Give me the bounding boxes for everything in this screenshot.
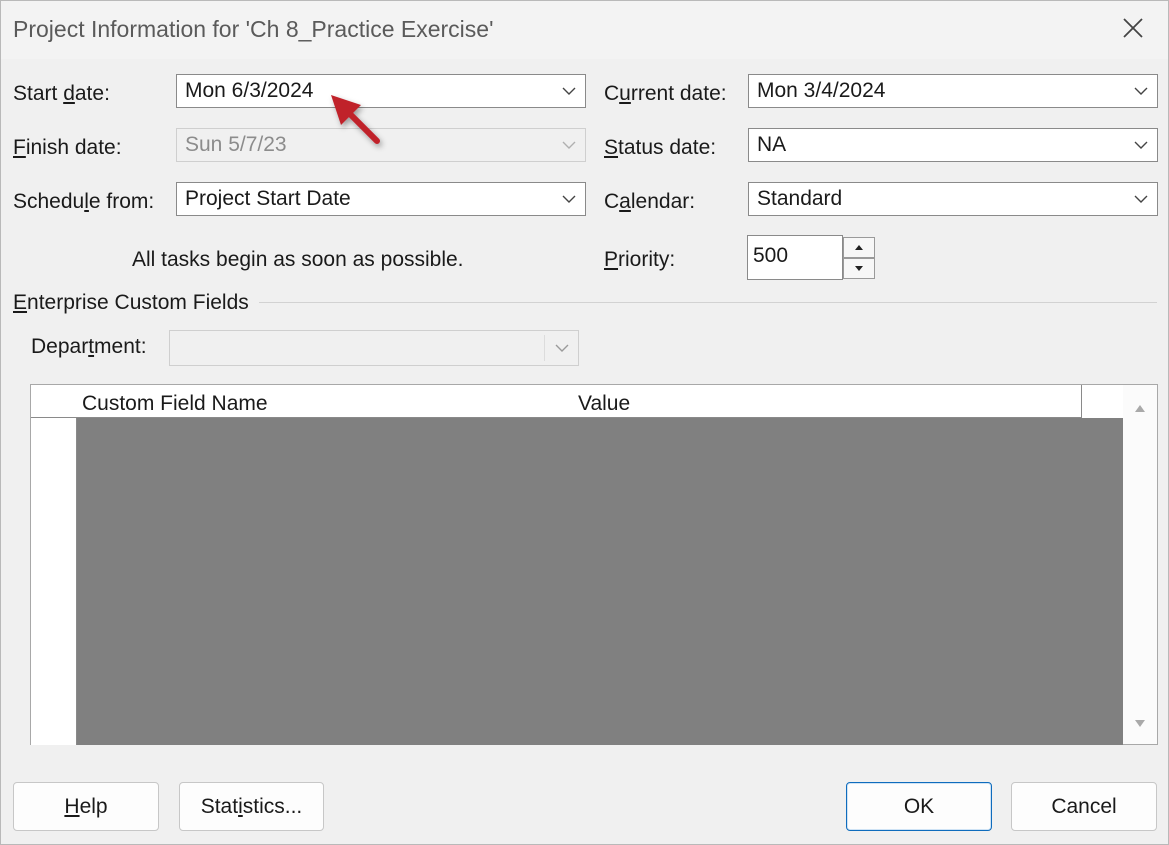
caret-up-icon (855, 245, 863, 250)
priority-value: 500 (753, 244, 789, 267)
current-date-combo[interactable]: Mon 3/4/2024 (748, 74, 1158, 108)
combo-divider (544, 335, 545, 361)
scroll-up-icon[interactable] (1123, 391, 1157, 421)
row-header-column (31, 418, 77, 745)
chevron-down-icon (555, 344, 569, 352)
priority-up-button[interactable] (843, 237, 875, 258)
project-information-dialog: Project Information for 'Ch 8_Practice E… (0, 0, 1169, 845)
annotation-arrow-icon (331, 95, 380, 144)
finish-date-label: Finish date: (13, 136, 122, 159)
chevron-down-icon[interactable] (1132, 190, 1150, 208)
status-date-value: NA (757, 133, 787, 156)
enterprise-group-label: Enterprise Custom Fields (13, 291, 249, 314)
grid-corner-header (31, 385, 78, 418)
vertical-scrollbar[interactable] (1123, 385, 1157, 744)
statistics-button[interactable]: Statistics... (179, 782, 324, 831)
current-date-value: Mon 3/4/2024 (757, 79, 886, 102)
group-divider (259, 302, 1157, 303)
finish-date-value: Sun 5/7/23 (185, 133, 287, 156)
column-header-custom-field-name[interactable]: Custom Field Name (77, 385, 574, 418)
calendar-value: Standard (757, 187, 843, 210)
chevron-down-icon[interactable] (560, 190, 578, 208)
department-combo (169, 330, 579, 366)
calendar-label: Calendar: (604, 190, 696, 213)
chevron-down-icon[interactable] (1132, 82, 1150, 100)
calendar-combo[interactable]: Standard (748, 182, 1158, 216)
chevron-down-icon (562, 141, 576, 149)
current-date-label: Current date: (604, 82, 727, 105)
grid-empty-area (77, 418, 1123, 745)
caret-down-icon (855, 266, 863, 271)
ok-button[interactable]: OK (846, 782, 992, 831)
priority-down-button[interactable] (843, 258, 875, 279)
priority-label: Priority: (604, 248, 676, 271)
start-date-label: Start date: (13, 82, 110, 105)
scroll-down-icon[interactable] (1123, 711, 1157, 741)
schedule-from-label: Schedule from: (13, 190, 155, 213)
help-button[interactable]: Help (13, 782, 159, 831)
dialog-title: Project Information for 'Ch 8_Practice E… (13, 16, 494, 42)
start-date-value: Mon 6/3/2024 (185, 79, 314, 102)
column-header-value[interactable]: Value (573, 385, 1082, 418)
status-date-label: Status date: (604, 136, 717, 159)
cancel-button[interactable]: Cancel (1011, 782, 1157, 831)
schedule-from-combo[interactable]: Project Start Date (176, 182, 586, 216)
chevron-down-icon[interactable] (1132, 136, 1150, 154)
custom-fields-grid[interactable]: Custom Field Name Value (30, 384, 1158, 745)
schedule-from-value: Project Start Date (185, 187, 351, 210)
close-icon[interactable] (1120, 15, 1146, 41)
department-label: Department: (31, 335, 147, 358)
chevron-down-icon[interactable] (560, 82, 578, 100)
status-date-combo[interactable]: NA (748, 128, 1158, 162)
title-bar: Project Information for 'Ch 8_Practice E… (1, 1, 1168, 59)
priority-input[interactable]: 500 (747, 235, 843, 280)
schedule-note: All tasks begin as soon as possible. (132, 248, 464, 271)
